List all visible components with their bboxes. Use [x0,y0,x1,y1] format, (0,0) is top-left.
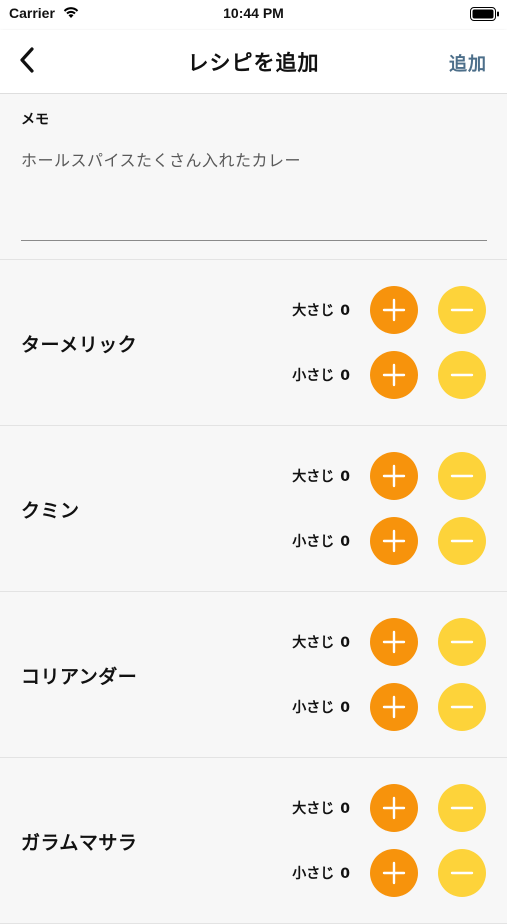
tbsp-row: 大さじ 0 [280,285,490,335]
tsp-minus-button[interactable] [438,517,486,565]
memo-section: メモ ホールスパイスたくさん入れたカレー [0,94,507,260]
ingredient-row-turmeric: ターメリック 大さじ 0 小さじ 0 [0,260,507,426]
tsp-label: 小さじ 0 [292,365,350,385]
page-title: レシピを追加 [187,51,320,75]
minus-icon [450,806,474,810]
ingredient-name: コリアンダー [21,666,138,688]
tsp-unit: 小さじ [292,368,335,384]
tbsp-row: 大さじ 0 [280,783,490,833]
ingredient-row-coriander: コリアンダー 大さじ 0 小さじ 0 [0,592,507,758]
ingredient-name: クミン [21,500,80,522]
tsp-plus-button[interactable] [370,683,418,731]
tbsp-label: 大さじ 0 [292,632,350,652]
tbsp-plus-button[interactable] [370,618,418,666]
plus-icon [382,298,406,322]
tbsp-minus-button[interactable] [438,286,486,334]
tbsp-label: 大さじ 0 [292,300,350,320]
tsp-unit: 小さじ [292,866,335,882]
tsp-count: 0 [340,534,350,550]
ingredient-row-garam-masala: ガラムマサラ 大さじ 0 小さじ 0 [0,758,507,924]
navigation-bar: レシピを追加 追加 [0,30,507,94]
ingredient-row-cumin: クミン 大さじ 0 小さじ 0 [0,426,507,592]
tbsp-unit: 大さじ [292,303,335,319]
minus-icon [450,308,474,312]
plus-icon [382,363,406,387]
plus-icon [382,630,406,654]
tbsp-minus-button[interactable] [438,618,486,666]
tsp-plus-button[interactable] [370,351,418,399]
tbsp-minus-button[interactable] [438,784,486,832]
tsp-label: 小さじ 0 [292,697,350,717]
tsp-minus-button[interactable] [438,351,486,399]
tsp-count: 0 [340,866,350,882]
tsp-label: 小さじ 0 [292,531,350,551]
tsp-count: 0 [340,368,350,384]
tbsp-count: 0 [340,303,350,319]
plus-icon [382,796,406,820]
tbsp-plus-button[interactable] [370,286,418,334]
tsp-plus-button[interactable] [370,517,418,565]
minus-icon [450,871,474,875]
status-time: 10:44 PM [223,5,284,21]
minus-icon [450,474,474,478]
ingredient-name: ターメリック [21,334,138,356]
memo-input[interactable]: ホールスパイスたくさん入れたカレー [21,147,487,171]
plus-icon [382,464,406,488]
tbsp-label: 大さじ 0 [292,798,350,818]
tsp-unit: 小さじ [292,534,335,550]
tsp-unit: 小さじ [292,700,335,716]
ingredient-name: ガラムマサラ [21,832,138,854]
tbsp-count: 0 [340,469,350,485]
minus-icon [450,373,474,377]
minus-icon [450,705,474,709]
plus-icon [382,529,406,553]
tbsp-unit: 大さじ [292,635,335,651]
tbsp-plus-button[interactable] [370,784,418,832]
tbsp-count: 0 [340,635,350,651]
minus-icon [450,640,474,644]
tsp-count: 0 [340,700,350,716]
tsp-row: 小さじ 0 [280,682,490,732]
back-button[interactable] [14,45,42,75]
plus-icon [382,861,406,885]
tsp-row: 小さじ 0 [280,848,490,898]
tsp-label: 小さじ 0 [292,863,350,883]
status-bar: Carrier 10:44 PM [0,0,507,30]
battery-icon [470,7,499,21]
tsp-minus-button[interactable] [438,683,486,731]
tbsp-label: 大さじ 0 [292,466,350,486]
tbsp-plus-button[interactable] [370,452,418,500]
memo-underline [21,240,487,241]
tbsp-count: 0 [340,801,350,817]
tsp-plus-button[interactable] [370,849,418,897]
tbsp-unit: 大さじ [292,801,335,817]
memo-label: メモ [21,112,49,128]
tbsp-minus-button[interactable] [438,452,486,500]
plus-icon [382,695,406,719]
tsp-row: 小さじ 0 [280,350,490,400]
tbsp-row: 大さじ 0 [280,617,490,667]
add-button[interactable]: 追加 [449,50,487,76]
minus-icon [450,539,474,543]
chevron-left-icon [20,47,34,73]
tsp-minus-button[interactable] [438,849,486,897]
tbsp-row: 大さじ 0 [280,451,490,501]
tsp-row: 小さじ 0 [280,516,490,566]
tbsp-unit: 大さじ [292,469,335,485]
